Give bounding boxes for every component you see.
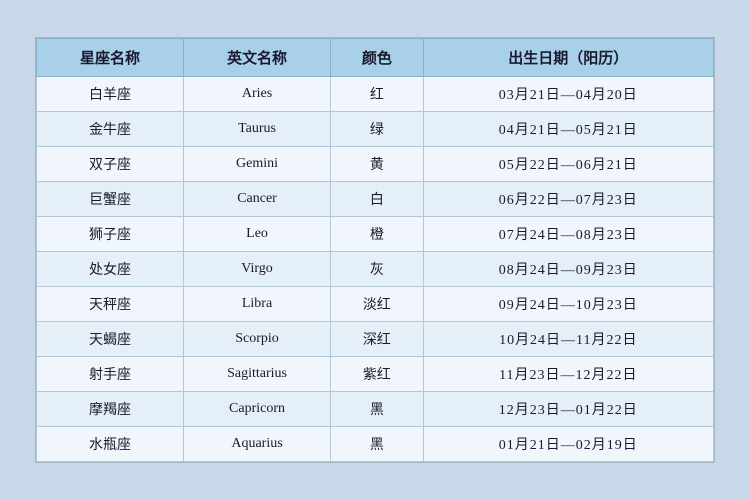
cell-color: 淡红 (331, 287, 424, 322)
col-header-dates: 出生日期（阳历） (423, 39, 713, 77)
table-row: 水瓶座Aquarius黑01月21日—02月19日 (37, 427, 714, 462)
cell-chinese: 摩羯座 (37, 392, 184, 427)
cell-chinese: 处女座 (37, 252, 184, 287)
cell-english: Aries (184, 77, 331, 112)
cell-dates: 04月21日—05月21日 (423, 112, 713, 147)
col-header-color: 颜色 (331, 39, 424, 77)
cell-dates: 07月24日—08月23日 (423, 217, 713, 252)
cell-english: Aquarius (184, 427, 331, 462)
cell-color: 绿 (331, 112, 424, 147)
col-header-english: 英文名称 (184, 39, 331, 77)
cell-color: 深红 (331, 322, 424, 357)
cell-dates: 03月21日—04月20日 (423, 77, 713, 112)
cell-chinese: 水瓶座 (37, 427, 184, 462)
cell-chinese: 天秤座 (37, 287, 184, 322)
cell-chinese: 巨蟹座 (37, 182, 184, 217)
cell-english: Gemini (184, 147, 331, 182)
cell-color: 黄 (331, 147, 424, 182)
cell-english: Scorpio (184, 322, 331, 357)
cell-english: Taurus (184, 112, 331, 147)
cell-chinese: 狮子座 (37, 217, 184, 252)
col-header-chinese: 星座名称 (37, 39, 184, 77)
table-row: 处女座Virgo灰08月24日—09月23日 (37, 252, 714, 287)
table-row: 射手座Sagittarius紫红11月23日—12月22日 (37, 357, 714, 392)
table-row: 天秤座Libra淡红09月24日—10月23日 (37, 287, 714, 322)
table-row: 白羊座Aries红03月21日—04月20日 (37, 77, 714, 112)
cell-dates: 05月22日—06月21日 (423, 147, 713, 182)
zodiac-table: 星座名称 英文名称 颜色 出生日期（阳历） 白羊座Aries红03月21日—04… (36, 38, 714, 462)
zodiac-table-container: 星座名称 英文名称 颜色 出生日期（阳历） 白羊座Aries红03月21日—04… (35, 37, 715, 463)
cell-color: 黑 (331, 392, 424, 427)
cell-chinese: 双子座 (37, 147, 184, 182)
table-row: 金牛座Taurus绿04月21日—05月21日 (37, 112, 714, 147)
cell-color: 橙 (331, 217, 424, 252)
cell-color: 红 (331, 77, 424, 112)
table-row: 巨蟹座Cancer白06月22日—07月23日 (37, 182, 714, 217)
cell-chinese: 白羊座 (37, 77, 184, 112)
cell-chinese: 金牛座 (37, 112, 184, 147)
table-header-row: 星座名称 英文名称 颜色 出生日期（阳历） (37, 39, 714, 77)
cell-dates: 06月22日—07月23日 (423, 182, 713, 217)
cell-english: Cancer (184, 182, 331, 217)
cell-english: Capricorn (184, 392, 331, 427)
cell-color: 紫红 (331, 357, 424, 392)
table-row: 天蝎座Scorpio深红10月24日—11月22日 (37, 322, 714, 357)
table-row: 双子座Gemini黄05月22日—06月21日 (37, 147, 714, 182)
cell-dates: 11月23日—12月22日 (423, 357, 713, 392)
cell-english: Libra (184, 287, 331, 322)
cell-english: Leo (184, 217, 331, 252)
cell-dates: 09月24日—10月23日 (423, 287, 713, 322)
cell-chinese: 天蝎座 (37, 322, 184, 357)
cell-dates: 08月24日—09月23日 (423, 252, 713, 287)
cell-english: Virgo (184, 252, 331, 287)
cell-english: Sagittarius (184, 357, 331, 392)
cell-dates: 01月21日—02月19日 (423, 427, 713, 462)
table-row: 摩羯座Capricorn黑12月23日—01月22日 (37, 392, 714, 427)
cell-dates: 12月23日—01月22日 (423, 392, 713, 427)
cell-dates: 10月24日—11月22日 (423, 322, 713, 357)
cell-color: 白 (331, 182, 424, 217)
cell-color: 黑 (331, 427, 424, 462)
cell-color: 灰 (331, 252, 424, 287)
table-row: 狮子座Leo橙07月24日—08月23日 (37, 217, 714, 252)
cell-chinese: 射手座 (37, 357, 184, 392)
